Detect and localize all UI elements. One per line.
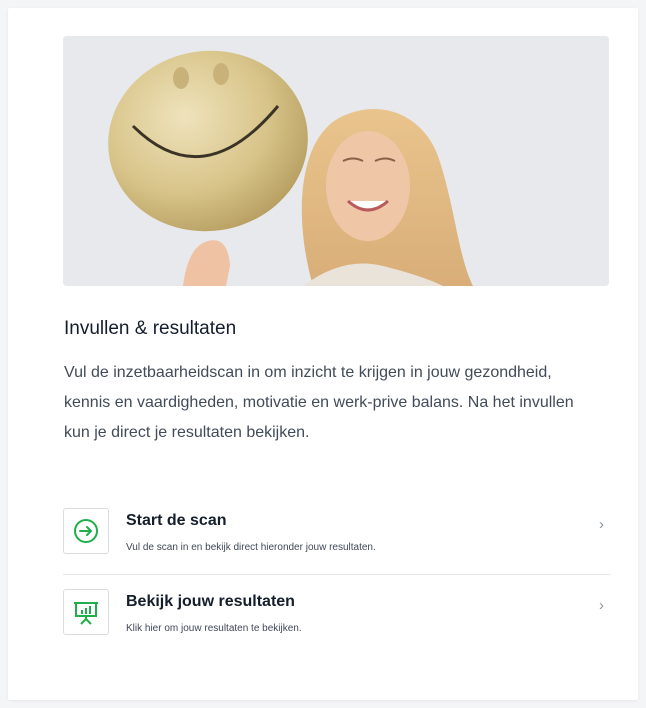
chevron-right-icon: › (599, 516, 604, 533)
view-results-action[interactable]: Bekijk jouw resultaten Klik hier om jouw… (63, 574, 610, 655)
action-list: Start de scan Vul de scan in en bekijk d… (63, 494, 610, 655)
presentation-chart-icon (63, 589, 109, 635)
scan-card: Invullen & resultaten Vul de inzetbaarhe… (8, 8, 638, 700)
view-results-subtitle: Klik hier om jouw resultaten te bekijken… (126, 623, 302, 634)
card-title: Invullen & resultaten (64, 318, 237, 339)
chevron-right-icon: › (599, 597, 604, 614)
start-scan-action[interactable]: Start de scan Vul de scan in en bekijk d… (63, 494, 610, 574)
smiley-balloon-photo (63, 36, 609, 286)
card-description: Vul de inzetbaarheidscan in om inzicht t… (64, 364, 574, 441)
start-scan-subtitle: Vul de scan in en bekijk direct hieronde… (126, 542, 376, 553)
hero-image (63, 36, 609, 286)
arrow-circle-right-icon (63, 508, 109, 554)
start-scan-title: Start de scan (126, 512, 227, 529)
view-results-title: Bekijk jouw resultaten (126, 593, 295, 610)
